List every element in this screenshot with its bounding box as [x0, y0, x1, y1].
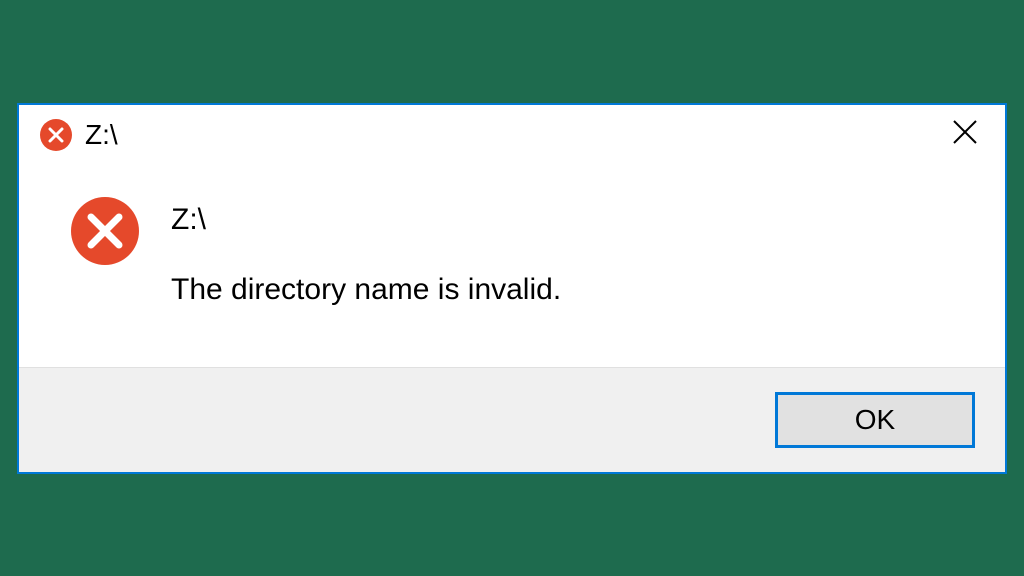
- titlebar-left: Z:\: [39, 118, 118, 152]
- error-icon: [69, 195, 141, 267]
- close-button[interactable]: [945, 115, 985, 155]
- dialog-footer: OK: [19, 367, 1005, 472]
- ok-button[interactable]: OK: [775, 392, 975, 448]
- dialog-body: Z:\ The directory name is invalid.: [19, 165, 1005, 367]
- dialog-text: Z:\ The directory name is invalid.: [171, 195, 561, 307]
- titlebar: Z:\: [19, 105, 1005, 165]
- dialog-message: The directory name is invalid.: [171, 273, 561, 307]
- dialog-heading: Z:\: [171, 203, 561, 237]
- dialog-title: Z:\: [85, 119, 118, 151]
- close-icon: [951, 118, 979, 151]
- error-icon: [39, 118, 73, 152]
- error-dialog: Z:\ Z:\ The directory name is invalid. O: [17, 103, 1007, 474]
